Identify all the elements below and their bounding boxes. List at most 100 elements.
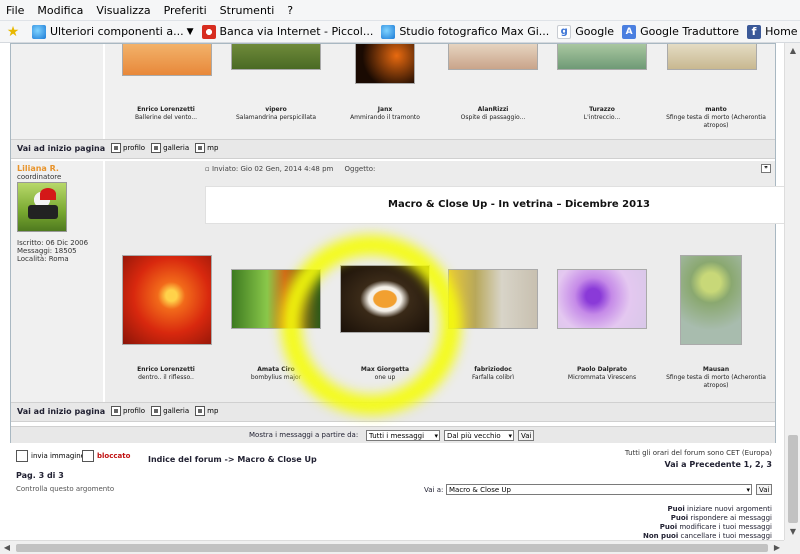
post-author-column: Liliana R. coordinatore Iscritto: 06 Dic…: [11, 161, 104, 404]
back-to-top-link[interactable]: Vai ad inizio pagina: [17, 144, 105, 153]
image-caption: Paolo Dalprato Micrommata Virescens: [567, 366, 637, 381]
horizontal-scrollbar[interactable]: ◀ ▶: [0, 540, 784, 554]
menu-preferiti[interactable]: Preferiti: [164, 4, 207, 17]
new-image-button[interactable]: invia immagine: [16, 450, 85, 462]
post-image[interactable]: [448, 44, 538, 70]
vertical-scrollbar[interactable]: ▲ ▼: [784, 43, 800, 540]
display-options-bar: Mostra i messaggi a partire da: Tutti i …: [11, 426, 775, 443]
display-range-select[interactable]: Tutti i messaggi: [366, 430, 440, 441]
favorites-star-button[interactable]: ★: [6, 25, 24, 39]
scroll-right-icon[interactable]: ▶: [770, 541, 784, 554]
image-caption: Janx Ammirando il tramonto: [350, 106, 420, 121]
watch-topic-link[interactable]: Controlla questo argomento: [16, 485, 114, 493]
display-order-select[interactable]: Dal più vecchio: [444, 430, 514, 441]
page-content: Enrico Lorenzetti Ballerine del vento... …: [0, 43, 784, 540]
post-banner: Macro & Close Up - In vetrina – Dicembre…: [205, 186, 784, 224]
post-header: ▫ Inviato: Gio 02 Gen, 2014 4:48 pm Ogge…: [205, 165, 375, 173]
forum-table: Enrico Lorenzetti Ballerine del vento... …: [10, 43, 784, 443]
image-caption: Enrico Lorenzetti dentro.. il riflesso..: [137, 366, 195, 381]
page-indicator: Pag. 3 di 3: [16, 471, 64, 480]
post-date: Inviato: Gio 02 Gen, 2014 4:48 pm: [211, 165, 334, 173]
envelope-icon: [195, 143, 206, 153]
pm-button[interactable]: mp: [195, 406, 218, 416]
username[interactable]: Liliana R.: [17, 164, 59, 173]
image-caption: Turazzo L'intreccio...: [583, 106, 621, 121]
post-subject-label: Oggetto:: [344, 165, 376, 173]
user-messages: Messaggi: 18505: [17, 247, 77, 255]
fav-studio[interactable]: Studio fotografico Max Gi...: [381, 24, 549, 39]
breadcrumb[interactable]: Indice del forum -> Macro & Close Up: [148, 455, 317, 464]
post-image[interactable]: [355, 44, 415, 84]
post-image[interactable]: [122, 44, 212, 76]
pm-button[interactable]: mp: [195, 143, 218, 153]
envelope-icon: [195, 406, 206, 416]
menu-strumenti[interactable]: Strumenti: [220, 4, 275, 17]
profile-icon: [111, 143, 121, 153]
image-caption: fabriziodoc Farfalla colibrì: [472, 366, 514, 381]
new-post-icon: [16, 450, 28, 462]
bank-icon: [201, 24, 216, 39]
vertical-scroll-thumb[interactable]: [788, 435, 798, 523]
post-actions: profilo galleria mp: [111, 143, 218, 153]
scroll-left-icon[interactable]: ◀: [0, 541, 14, 554]
profile-button[interactable]: profilo: [111, 406, 145, 416]
locked-button[interactable]: bloccato: [82, 450, 130, 462]
post-image[interactable]: [557, 269, 647, 329]
permission-line: Non puoi cancellare i tuoi messaggi: [642, 532, 772, 540]
post-image[interactable]: [667, 44, 757, 70]
scroll-down-icon[interactable]: ▼: [785, 524, 800, 540]
jump-go-button[interactable]: Vai: [756, 484, 773, 495]
image-caption: AlanRizzi Ospite di passaggio...: [460, 106, 526, 121]
fav-home[interactable]: f Home: [747, 24, 798, 39]
user-joined: Iscritto: 06 Dic 2006: [17, 239, 89, 247]
gallery-icon: [151, 406, 162, 416]
favorites-bar: ★ Ulteriori componenti a... ▼ Banca via I…: [0, 21, 800, 43]
post-image[interactable]: [122, 255, 212, 345]
ie-icon: [32, 24, 46, 39]
image-caption: Enrico Lorenzetti Ballerine del vento...: [134, 106, 198, 121]
menu-help[interactable]: ?: [287, 4, 293, 17]
image-caption: vipero Salamandrina perspicillata: [235, 106, 317, 121]
forum-footer: invia immagine bloccato Indice del forum…: [10, 447, 776, 540]
chevron-down-icon[interactable]: ▼: [187, 27, 194, 37]
menu-modifica[interactable]: Modifica: [37, 4, 83, 17]
post-actions: profilo galleria mp: [111, 406, 218, 416]
scroll-corner: [784, 540, 800, 554]
display-from-label: Mostra i messaggi a partire da:: [249, 431, 359, 439]
fav-google-translate[interactable]: A Google Traduttore: [622, 24, 739, 39]
fav-ulteriori[interactable]: Ulteriori componenti a... ▼: [32, 24, 194, 39]
image-caption: manto Sfinge testa di morto (Acherontia a…: [666, 106, 766, 129]
previous-post-author-column: [11, 44, 104, 139]
gallery-button[interactable]: galleria: [151, 143, 189, 153]
permission-line: Puoi rispondere ai messaggi: [670, 514, 772, 522]
post-image[interactable]: [557, 44, 647, 70]
highlight-circle: [281, 235, 461, 415]
image-caption: Mausan Sfinge testa di morto (Acherontia …: [666, 366, 766, 389]
permission-line: Puoi iniziare nuovi argomenti: [667, 505, 772, 513]
post-image[interactable]: [680, 255, 742, 345]
horizontal-scroll-thumb[interactable]: [16, 544, 768, 552]
previous-post-body: Enrico Lorenzetti Ballerine del vento... …: [105, 44, 775, 139]
permission-line: Puoi modificare i tuoi messaggi: [659, 523, 772, 531]
star-icon: ★: [6, 23, 20, 40]
gallery-button[interactable]: galleria: [151, 406, 189, 416]
menu-visualizza[interactable]: Visualizza: [96, 4, 150, 17]
pagination[interactable]: Vai a Precedente 1, 2, 3: [665, 460, 773, 469]
permissions-list: Puoi iniziare nuovi argomenti Puoi rispo…: [643, 505, 772, 540]
lock-icon: [82, 450, 94, 462]
back-to-top-link[interactable]: Vai ad inizio pagina: [17, 407, 105, 416]
post-image[interactable]: [231, 44, 321, 70]
quote-button[interactable]: ❞: [761, 164, 771, 173]
scroll-up-icon[interactable]: ▲: [785, 43, 800, 59]
profile-button[interactable]: profilo: [111, 143, 145, 153]
display-go-button[interactable]: Vai: [518, 430, 535, 441]
fav-google[interactable]: g Google: [557, 24, 614, 39]
post-image[interactable]: [448, 269, 538, 329]
fav-banca[interactable]: Banca via Internet - Piccol...: [201, 24, 373, 39]
menu-file[interactable]: File: [6, 4, 24, 17]
jump-to-select[interactable]: Macro & Close Up: [446, 484, 752, 495]
user-role: coordinatore: [17, 173, 62, 181]
timezone-note: Tutti gli orari del forum sono CET (Euro…: [624, 449, 772, 457]
avatar: [17, 182, 67, 232]
post-icon: ▫: [205, 165, 210, 173]
